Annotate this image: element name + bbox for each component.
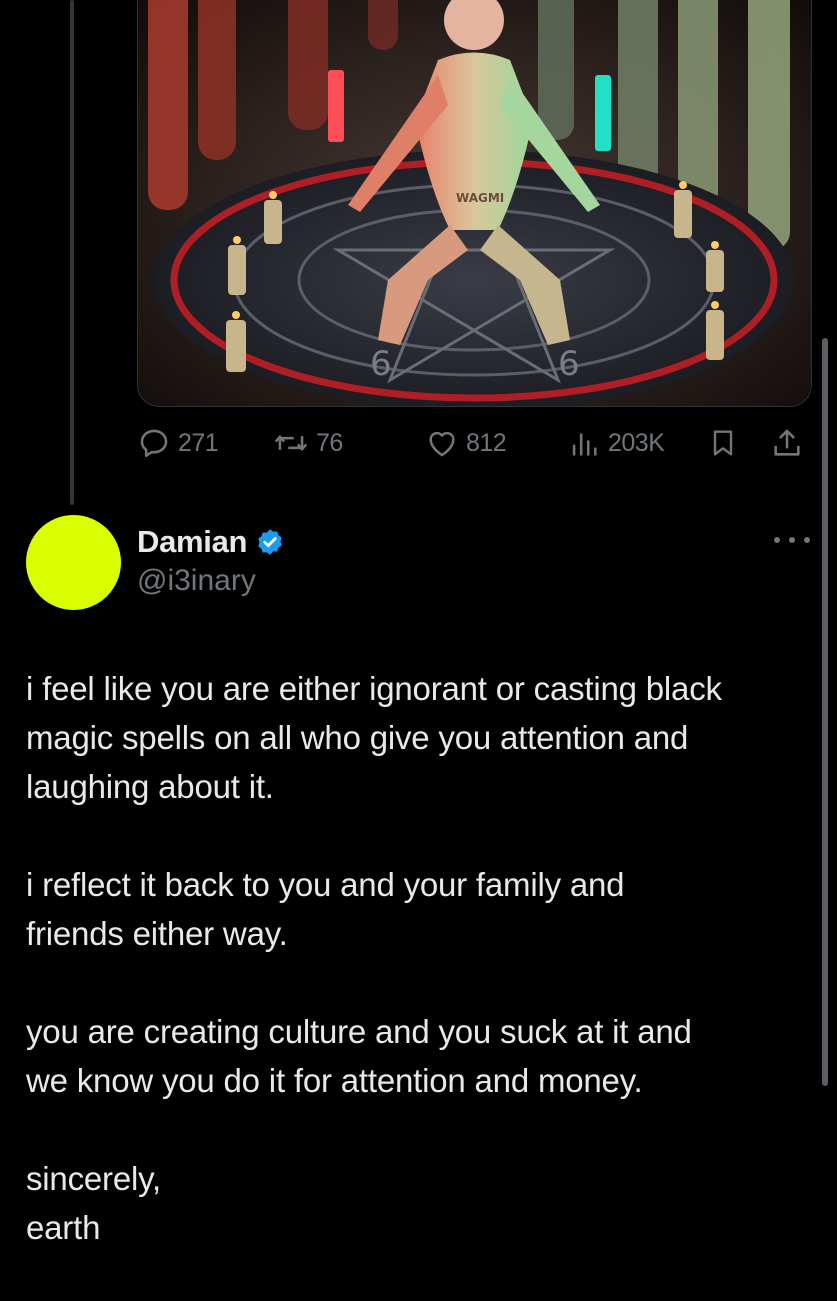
body-text: WAGMI xyxy=(456,191,504,205)
views-count: 203K xyxy=(608,428,665,457)
sign-left-text: 6 xyxy=(370,344,392,384)
share-icon xyxy=(774,429,800,456)
reply-button[interactable]: 271 xyxy=(137,420,219,466)
tweet-text: i feel like you are either ignorant or c… xyxy=(26,664,816,1301)
author-handle[interactable]: @i3inary xyxy=(137,564,256,598)
repost-count: 76 xyxy=(316,428,343,457)
views-button[interactable]: 203K xyxy=(567,420,665,466)
more-options-icon[interactable] xyxy=(774,530,810,550)
analytics-icon xyxy=(572,433,597,456)
bookmark-button[interactable] xyxy=(707,420,746,466)
tweet-paragraph: i feel like you are either ignorant or c… xyxy=(26,670,722,805)
repost-icon xyxy=(274,434,308,452)
tweet-media-image[interactable]: 6 6 WAGMI xyxy=(137,0,812,407)
reply-count: 271 xyxy=(178,428,219,457)
bookmark-icon xyxy=(713,430,733,456)
thread-connector-line xyxy=(70,0,74,505)
heart-icon xyxy=(429,431,455,457)
like-button[interactable]: 812 xyxy=(425,420,507,466)
ritual-image: 6 6 WAGMI xyxy=(138,0,811,406)
verified-badge-icon xyxy=(255,527,285,557)
reply-icon xyxy=(140,429,168,458)
author-name[interactable]: Damian xyxy=(137,524,247,560)
engagement-bar: 271 76 812 203K xyxy=(137,420,810,466)
sign-right-text: 6 xyxy=(558,344,580,384)
author-name-row[interactable]: Damian xyxy=(137,524,285,560)
scrollbar[interactable] xyxy=(822,338,828,1086)
repost-button[interactable]: 76 xyxy=(273,420,343,466)
avatar[interactable] xyxy=(26,515,121,610)
tweet-paragraph: i reflect it back to you and your family… xyxy=(26,866,625,952)
like-count: 812 xyxy=(466,428,507,457)
tweet-paragraph: you are creating culture and you suck at… xyxy=(26,1013,692,1099)
share-button[interactable] xyxy=(770,420,811,466)
tweet-paragraph: sincerely, earth xyxy=(26,1160,161,1246)
